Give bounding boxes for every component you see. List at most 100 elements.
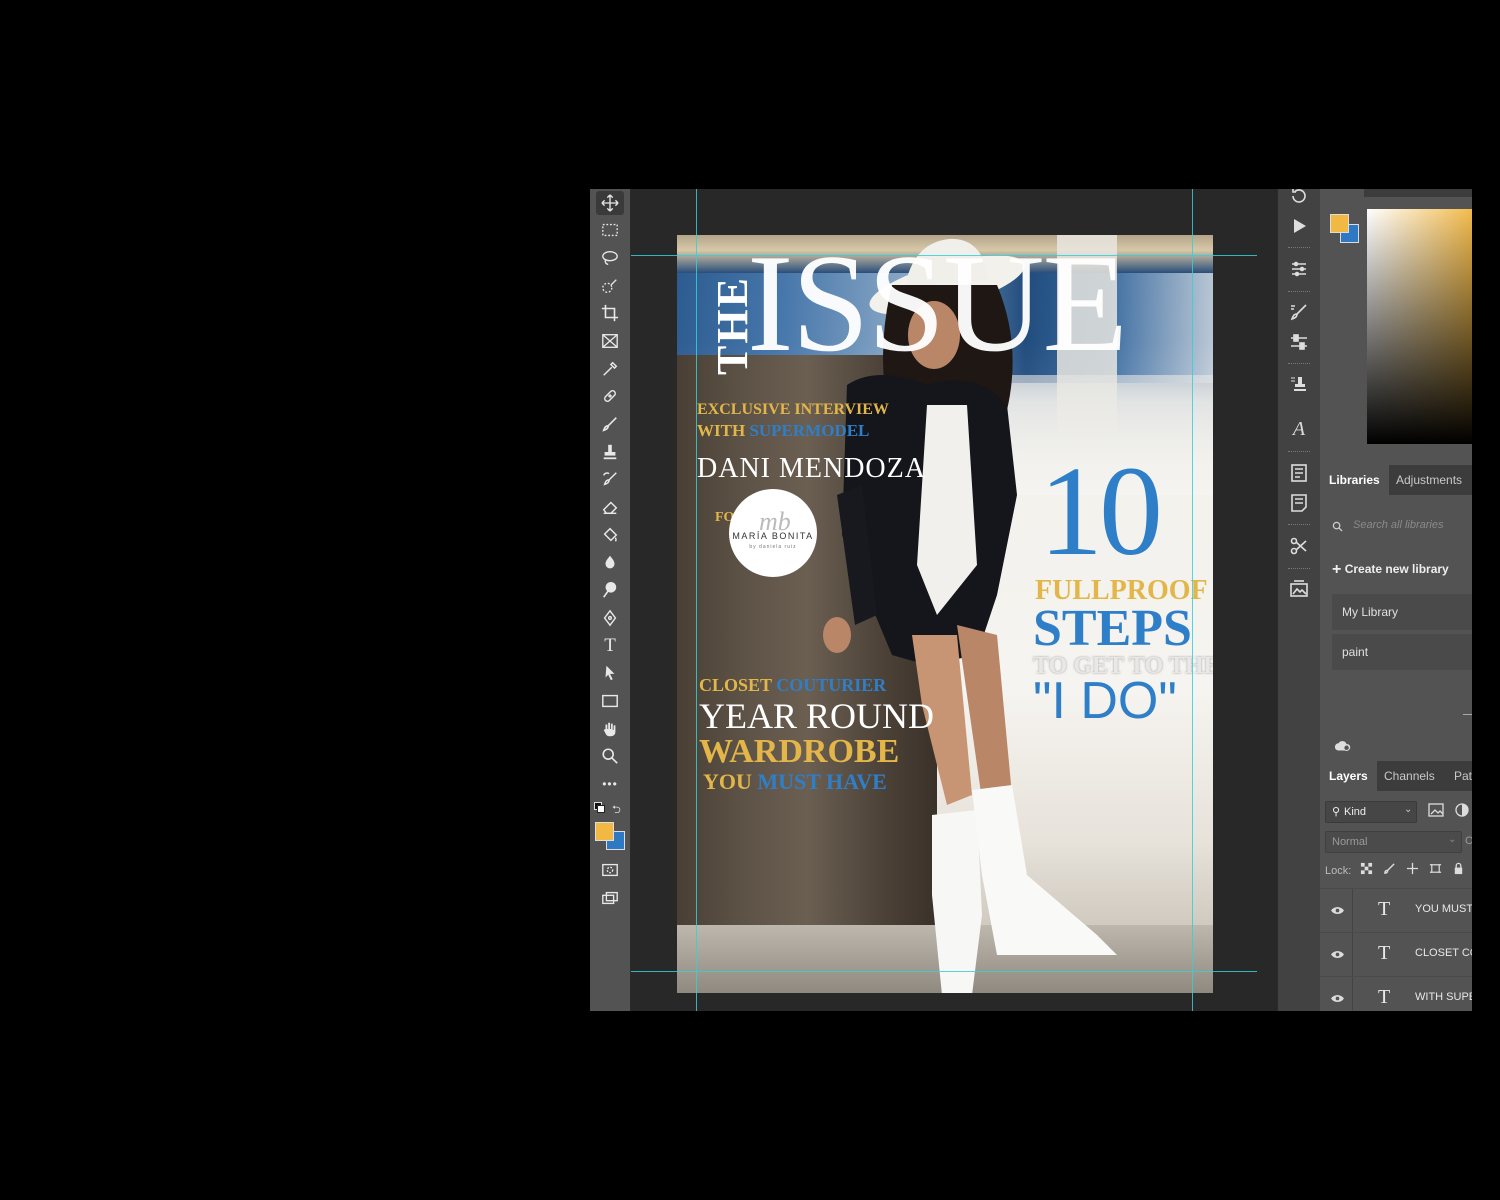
properties-icon[interactable] bbox=[1288, 258, 1310, 280]
magazine-cover: THE ISSUE EXCLUSIVE INTERVIEW WITH SUPER… bbox=[677, 235, 1213, 993]
type-tool-icon[interactable]: T bbox=[596, 634, 624, 658]
more-tools-icon[interactable]: ••• bbox=[596, 772, 624, 796]
wardrobe: WARDROBE bbox=[699, 733, 900, 770]
library-search-input[interactable]: Search all libraries bbox=[1353, 519, 1443, 531]
history-brush-icon[interactable] bbox=[596, 467, 624, 491]
default-colors-icon[interactable] bbox=[594, 802, 605, 813]
lock-position-icon[interactable] bbox=[1406, 862, 1420, 876]
quick-selection-icon[interactable] bbox=[596, 274, 624, 298]
layer-kind-filter[interactable]: ⚲ Kind ⌄ bbox=[1325, 801, 1417, 823]
paragraph-styles-icon[interactable] bbox=[1288, 462, 1310, 484]
tab-layers[interactable]: Layers bbox=[1320, 761, 1377, 791]
text-layer-icon: T bbox=[1378, 898, 1391, 920]
hand-tool-icon[interactable] bbox=[596, 717, 624, 741]
notes-icon[interactable] bbox=[1288, 492, 1310, 514]
paint-bucket-icon[interactable] bbox=[596, 523, 624, 547]
i-do: "I DO" bbox=[1033, 672, 1177, 730]
marquee-tool-icon[interactable] bbox=[596, 218, 624, 242]
brand-logo-circle: mb MARÍA BONITA by daniela ruiz bbox=[729, 489, 817, 577]
lock-all-icon[interactable] bbox=[1452, 862, 1466, 876]
lasso-tool-icon[interactable] bbox=[596, 246, 624, 270]
library-item[interactable]: My Library bbox=[1332, 594, 1472, 630]
eyedropper-tool-icon[interactable] bbox=[596, 357, 624, 381]
clone-source-icon[interactable] bbox=[1288, 373, 1310, 395]
guide-horizontal-top[interactable] bbox=[631, 255, 1257, 256]
pen-tool-icon[interactable] bbox=[596, 606, 624, 630]
library-content-icon[interactable] bbox=[1288, 578, 1310, 600]
swap-colors-icon[interactable]: ⮌ bbox=[612, 801, 621, 820]
visibility-eye-icon[interactable] bbox=[1330, 947, 1346, 961]
lock-label: Lock: bbox=[1325, 865, 1352, 877]
screen-mode-icon[interactable] bbox=[596, 886, 624, 910]
lock-transparency-icon[interactable] bbox=[1360, 862, 1374, 876]
path-selection-icon[interactable] bbox=[596, 661, 624, 685]
cover-name: DANI MENDOZA bbox=[697, 453, 926, 484]
panel-foreground-swatch[interactable] bbox=[1330, 214, 1349, 233]
layer-row[interactable]: T WITH SUPE bbox=[1320, 976, 1472, 1011]
layer-name[interactable]: YOU MUST bbox=[1415, 903, 1472, 915]
layer-name[interactable]: CLOSET CO bbox=[1415, 947, 1472, 959]
must-have-text: MUST HAVE bbox=[757, 769, 887, 794]
dodge-tool-icon[interactable] bbox=[596, 578, 624, 602]
lock-artboard-icon[interactable] bbox=[1429, 862, 1443, 876]
panel-resize-handle[interactable] bbox=[1463, 714, 1472, 715]
layer-row[interactable]: T CLOSET CO bbox=[1320, 932, 1472, 976]
blur-tool-icon[interactable] bbox=[596, 551, 624, 575]
color-picker-field[interactable] bbox=[1367, 209, 1472, 444]
document-canvas[interactable]: THE ISSUE EXCLUSIVE INTERVIEW WITH SUPER… bbox=[631, 189, 1276, 1011]
actions-play-icon[interactable] bbox=[1288, 215, 1310, 237]
with-text: WITH bbox=[697, 421, 746, 440]
frame-tool-icon[interactable] bbox=[596, 329, 624, 353]
visibility-eye-icon[interactable] bbox=[1330, 903, 1346, 917]
chevron-down-icon: ⌄ bbox=[1448, 834, 1457, 845]
guide-horizontal-bottom[interactable] bbox=[631, 971, 1257, 972]
layer-row[interactable]: T YOU MUST bbox=[1320, 888, 1472, 932]
tab-libraries[interactable]: Libraries bbox=[1320, 465, 1389, 495]
guide-vertical-left[interactable] bbox=[696, 189, 697, 1011]
brushes-icon[interactable] bbox=[1288, 301, 1310, 323]
brush-tool-icon[interactable] bbox=[596, 412, 624, 436]
you-must-have: YOU MUST HAVE bbox=[703, 769, 887, 795]
history-icon[interactable] bbox=[1288, 189, 1310, 207]
healing-brush-icon[interactable] bbox=[596, 384, 624, 408]
brush-settings-icon[interactable] bbox=[1288, 331, 1310, 353]
cloud-sync-icon[interactable] bbox=[1334, 739, 1352, 753]
logo-text: MARÍA BONITA bbox=[732, 531, 814, 541]
create-library-button[interactable]: + Create new library bbox=[1332, 561, 1449, 579]
crop-tool-icon[interactable] bbox=[596, 301, 624, 325]
with-supermodel: WITH SUPERMODEL bbox=[697, 421, 869, 441]
tab-swatches[interactable]: Swatches bbox=[1368, 189, 1429, 197]
blend-mode-select[interactable]: Normal ⌄ bbox=[1325, 831, 1462, 853]
tools-panel: T ••• ⮌ bbox=[590, 189, 631, 1011]
zoom-tool-icon[interactable] bbox=[596, 744, 624, 768]
steps: STEPS bbox=[1033, 600, 1192, 657]
dock-separator bbox=[1288, 291, 1310, 294]
foreground-color-swatch[interactable] bbox=[595, 822, 614, 841]
libraries-panel-tabs: Libraries Adjustments bbox=[1320, 465, 1472, 495]
eraser-tool-icon[interactable] bbox=[596, 495, 624, 519]
visibility-eye-icon[interactable] bbox=[1330, 991, 1346, 1005]
pixel-filter-icon[interactable] bbox=[1428, 803, 1444, 817]
text-layer-icon: T bbox=[1378, 986, 1391, 1008]
clone-stamp-icon[interactable] bbox=[596, 440, 624, 464]
glyphs-icon[interactable]: A bbox=[1288, 418, 1310, 440]
lock-pixels-icon[interactable] bbox=[1383, 862, 1397, 876]
quick-mask-icon[interactable] bbox=[596, 858, 624, 882]
layer-name[interactable]: WITH SUPE bbox=[1415, 991, 1472, 1003]
chevron-down-icon: ⌄ bbox=[1404, 804, 1413, 815]
rectangle-tool-icon[interactable] bbox=[596, 689, 624, 713]
tab-color[interactable]: Color bbox=[1320, 189, 1365, 197]
tab-adjustments[interactable]: Adjustments bbox=[1387, 465, 1471, 495]
guide-vertical-right[interactable] bbox=[1192, 189, 1193, 1011]
layers-panel-tabs: Layers Channels Pat bbox=[1320, 761, 1472, 791]
library-item[interactable]: paint bbox=[1332, 634, 1472, 670]
tab-paths[interactable]: Pat bbox=[1445, 761, 1472, 791]
tool-presets-icon[interactable] bbox=[1288, 535, 1310, 557]
move-tool-icon[interactable] bbox=[596, 191, 624, 215]
masthead-issue: ISSUE bbox=[747, 235, 1128, 381]
dock-separator bbox=[1288, 363, 1310, 366]
adjustment-filter-icon[interactable] bbox=[1455, 803, 1469, 817]
tab-channels[interactable]: Channels bbox=[1375, 761, 1444, 791]
tab-gradients[interactable]: Gr bbox=[1440, 189, 1469, 197]
dock-separator bbox=[1288, 524, 1310, 527]
